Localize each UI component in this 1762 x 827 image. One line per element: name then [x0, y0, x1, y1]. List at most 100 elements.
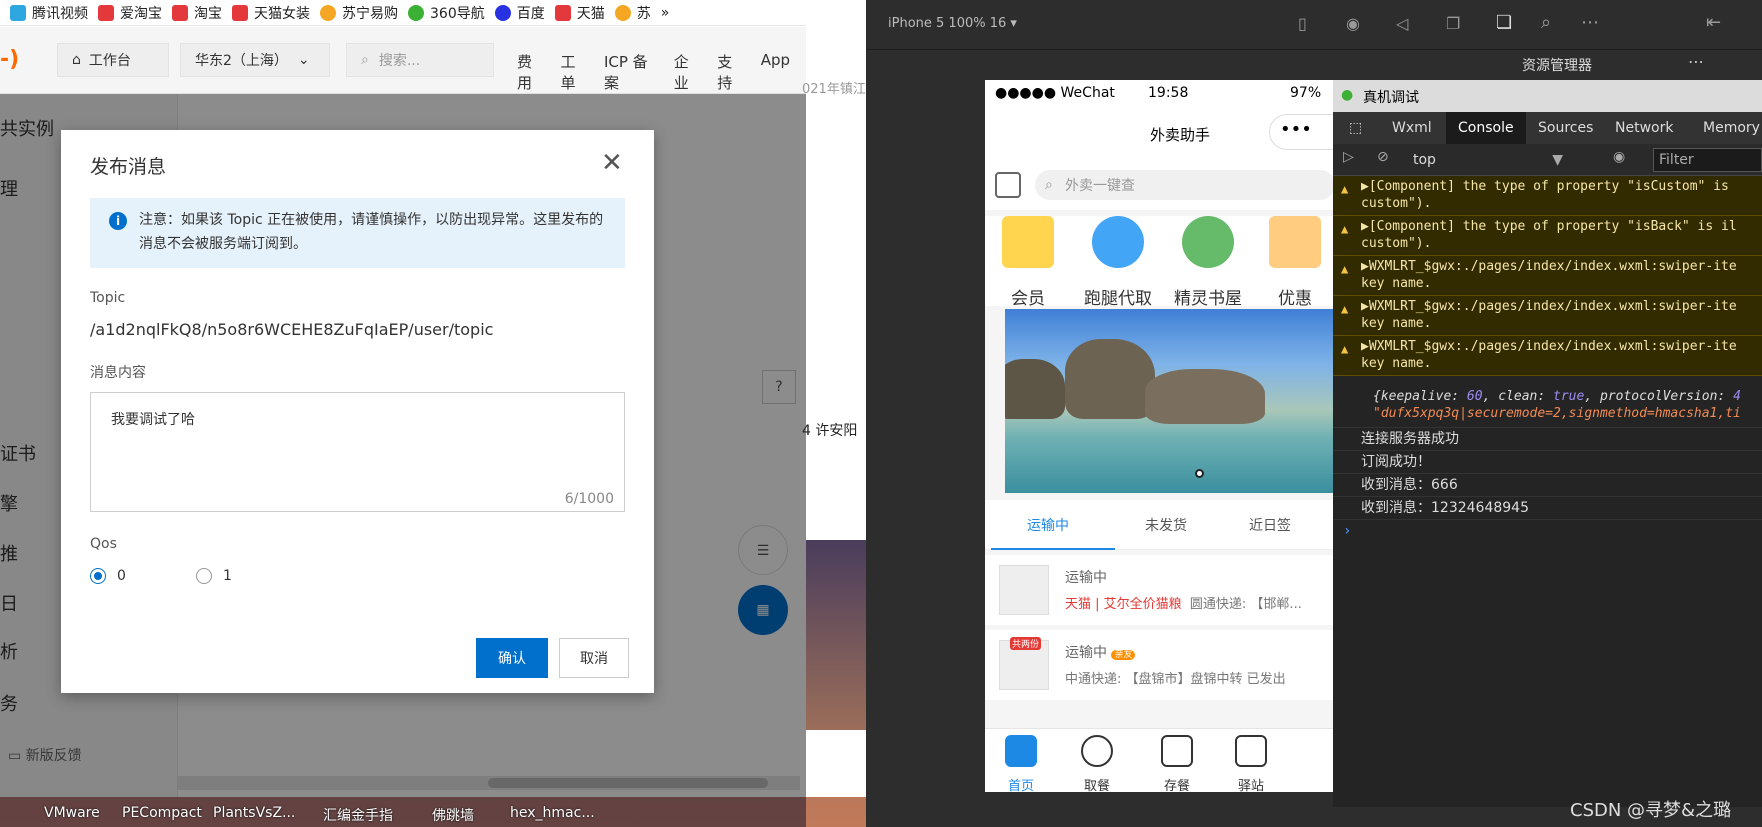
tab-sources[interactable]: Sources: [1526, 112, 1605, 144]
menu-item-app[interactable]: App: [761, 51, 790, 93]
swiper-indicator[interactable]: [1195, 469, 1204, 478]
warning-icon: ▲: [1341, 182, 1349, 196]
copy-icon[interactable]: ❏: [1496, 12, 1512, 33]
category-coupon[interactable]: 优惠: [1255, 216, 1335, 309]
desktop-icon-label[interactable]: PECompact: [122, 805, 202, 821]
bookmark-item[interactable]: 百度: [494, 3, 545, 23]
context-select[interactable]: top ▼: [1413, 148, 1573, 172]
desktop-icon-label[interactable]: VMware: [44, 805, 100, 821]
sidebar-toggle-icon[interactable]: ▷: [1343, 149, 1354, 165]
debug-title-bar: ● 真机调试: [1333, 80, 1762, 112]
category-errand[interactable]: 跑腿代取: [1078, 216, 1158, 309]
more-bookmarks-icon[interactable]: »: [661, 5, 670, 21]
warning-icon: ▲: [1341, 222, 1349, 236]
clear-icon[interactable]: ⊘: [1377, 149, 1389, 165]
record-icon[interactable]: ◉: [1346, 14, 1360, 33]
tabbar-home[interactable]: 首页: [991, 735, 1051, 794]
sound-icon[interactable]: ◁: [1396, 14, 1408, 33]
notice-text: 注意：如果该 Topic 正在被使用，请谨慎操作，以防出现异常。这里发布的消息不…: [139, 212, 604, 252]
banner-rock: [1005, 359, 1065, 419]
background-window: 021年镇江 4 许安阳: [802, 0, 866, 797]
wechat-icon: ●: [1341, 87, 1354, 103]
inspect-icon[interactable]: ⬚: [1337, 112, 1374, 144]
qos-radio-0[interactable]: [90, 568, 106, 584]
order-desc: 中通快递: 【盘锦市】盘锦中转 已发出: [1065, 672, 1286, 687]
menu-item-ticket[interactable]: 工单: [560, 51, 587, 93]
banner-swiper[interactable]: [1005, 309, 1333, 493]
menu-item-support[interactable]: 支持: [717, 51, 744, 93]
bookmark-item[interactable]: 爱淘宝: [98, 3, 162, 23]
category-member[interactable]: 会员: [988, 216, 1068, 309]
tab-in-transit[interactable]: 运输中: [1027, 515, 1069, 535]
more-icon[interactable]: ⋯: [1688, 52, 1704, 71]
bookmark-item[interactable]: 天猫女装: [232, 3, 310, 23]
order-item[interactable]: 共两份 运输中 亲友 中通快递: 【盘锦市】盘锦中转 已发出: [985, 630, 1333, 700]
aliyun-logo-icon[interactable]: -): [0, 47, 19, 72]
browser-window: 腾讯视频 爱淘宝 淘宝 天猫女装 苏宁易购 360导航 百度 天猫 苏 » -)…: [0, 0, 806, 797]
background-image: [806, 540, 866, 730]
cancel-button[interactable]: 取消: [559, 638, 629, 678]
dinosaur-icon: [1182, 216, 1234, 268]
clock: 19:58: [1148, 85, 1189, 101]
search-icon[interactable]: ⌕: [1541, 12, 1551, 33]
tab-indicator: [991, 548, 1115, 550]
search-input[interactable]: ⌕ 搜索...: [346, 43, 494, 77]
desktop-icon-label[interactable]: PlantsVsZ...: [213, 805, 295, 821]
window-icon[interactable]: ❐: [1446, 14, 1460, 33]
menu-item-icp[interactable]: ICP 备案: [604, 51, 658, 93]
filter-input[interactable]: Filter: [1653, 148, 1762, 172]
eye-icon[interactable]: ◉: [1613, 149, 1625, 165]
order-status: 运输中: [1065, 570, 1107, 586]
simulator-select[interactable]: iPhone 5 100% 16 ▾: [888, 16, 1017, 31]
console-warning[interactable]: ▲ ▶[Component] the type of property "isCu…: [1333, 176, 1762, 216]
bookmark-item[interactable]: 苏: [614, 3, 651, 23]
bookmark-item[interactable]: 腾讯视频: [10, 3, 88, 23]
desktop-icon-label[interactable]: 汇编金手指: [323, 805, 393, 825]
resource-manager-title[interactable]: 资源管理器: [1522, 55, 1592, 75]
category-books[interactable]: 精灵书屋: [1168, 216, 1248, 309]
tabbar-pickup[interactable]: 取餐: [1067, 735, 1127, 794]
region-select[interactable]: 华东2（上海） ⌄: [180, 43, 330, 77]
tabbar-station[interactable]: 驿站: [1221, 735, 1281, 794]
taobao-icon: [98, 4, 114, 21]
tab-console[interactable]: Console: [1446, 112, 1526, 144]
bookmark-item[interactable]: 苏宁易购: [320, 3, 398, 23]
order-item[interactable]: 运输中 天猫 | 艾尔全价猫粮 圆通快递: 【邯郸...: [985, 555, 1333, 625]
console-prompt[interactable]: ›: [1333, 520, 1762, 542]
console-warning[interactable]: ▲ ▶[Component] the type of property "isBa…: [1333, 216, 1762, 256]
message-content-textarea[interactable]: 我要调试了哈 6/1000: [90, 392, 625, 512]
category-grid: 会员 跑腿代取 精灵书屋 优惠: [985, 216, 1335, 309]
desktop-icon-label[interactable]: 佛跳墙: [432, 805, 474, 825]
menu-item-enterprise[interactable]: 企业: [674, 51, 701, 93]
collapse-icon[interactable]: ⇤: [1706, 12, 1721, 33]
background-text: 4 许安阳: [802, 423, 858, 439]
tab-not-shipped[interactable]: 未发货: [1145, 515, 1187, 535]
menu-item-billing[interactable]: 费用: [517, 51, 544, 93]
bookmark-item[interactable]: 360导航: [408, 3, 485, 23]
search-input[interactable]: ⌕ 外卖一键查: [1035, 170, 1335, 200]
shared-tag: 共两份: [1010, 637, 1042, 650]
tabbar-store[interactable]: 存餐: [1147, 735, 1207, 794]
phone-icon[interactable]: ▯: [1298, 14, 1307, 33]
console-warning[interactable]: ▲ ▶WXMLRT_$gwx:./pages/index/index.wxml:s…: [1333, 296, 1762, 336]
tab-network[interactable]: Network: [1603, 112, 1685, 144]
warning-icon: ▲: [1341, 302, 1349, 316]
workbench-button[interactable]: ⌂ 工作台: [57, 43, 169, 77]
banner-rock: [1065, 339, 1155, 419]
tab-recent-signed[interactable]: 近日签: [1249, 515, 1291, 535]
baidu-icon: [494, 4, 511, 21]
desktop-icon-label[interactable]: hex_hmac...: [510, 805, 595, 821]
tab-memory[interactable]: Memory: [1691, 112, 1762, 144]
console-warning[interactable]: ▲ ▶WXMLRT_$gwx:./pages/index/index.wxml:s…: [1333, 256, 1762, 296]
tab-wxml[interactable]: Wxml: [1380, 112, 1444, 144]
more-icon[interactable]: ⋯: [1581, 12, 1599, 33]
close-icon[interactable]: ✕: [601, 150, 623, 176]
scan-icon[interactable]: [995, 172, 1021, 198]
confirm-button[interactable]: 确认: [476, 638, 548, 678]
console-warning[interactable]: ▲ ▶WXMLRT_$gwx:./pages/index/index.wxml:s…: [1333, 336, 1762, 376]
bookmark-item[interactable]: 淘宝: [172, 3, 222, 23]
qos-radio-1[interactable]: [196, 568, 212, 584]
topic-label: Topic: [90, 290, 126, 306]
bookmark-item[interactable]: 天猫: [554, 3, 605, 23]
console-object-log[interactable]: {keepalive: 60, clean: true, protocolVer…: [1333, 384, 1762, 428]
